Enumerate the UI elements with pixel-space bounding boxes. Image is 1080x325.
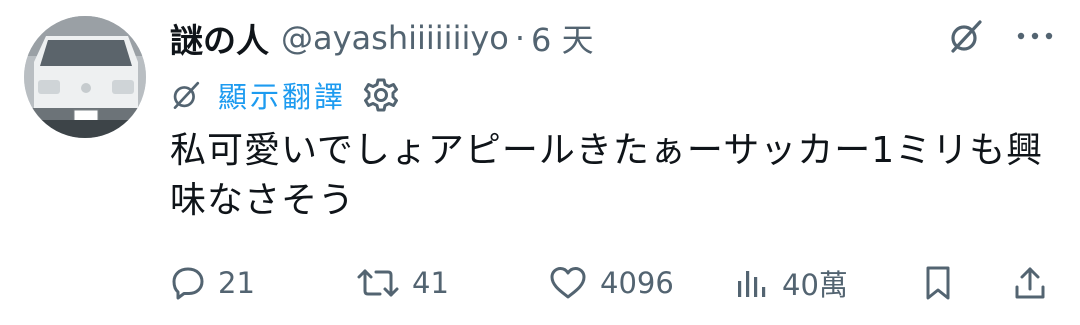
translation-settings-button[interactable]	[360, 74, 402, 116]
grok-button[interactable]	[940, 14, 992, 58]
views-button[interactable]: 40萬	[734, 254, 848, 312]
like-button[interactable]: 4096	[548, 254, 674, 312]
more-icon	[1017, 32, 1053, 40]
timestamp[interactable]: 6 天	[531, 15, 594, 61]
retweet-button[interactable]: 41	[356, 254, 449, 312]
reply-button[interactable]: 21	[170, 254, 255, 312]
display-name[interactable]: 謎の人	[170, 14, 269, 62]
heart-icon	[548, 265, 588, 301]
share-button[interactable]	[1012, 254, 1048, 312]
show-translation-link[interactable]: 顯示翻譯	[218, 74, 346, 116]
retweet-count: 41	[412, 266, 449, 300]
share-icon	[1012, 265, 1048, 301]
translate-row: 顯示翻譯	[170, 72, 402, 118]
tweet-text: 私可愛いでしょアピールきたぁーサッカー1ミリも興味なさそう	[170, 130, 1044, 221]
view-count: 40萬	[782, 268, 848, 302]
reply-count: 21	[218, 266, 255, 300]
gear-icon	[364, 78, 399, 112]
views-icon	[734, 265, 770, 301]
more-button[interactable]	[1006, 14, 1064, 58]
avatar-van-image	[24, 16, 146, 138]
translate-icon	[170, 79, 202, 111]
tweet-header: 謎の人 @ayashiiiiiiiyo · 6 天	[170, 14, 594, 62]
like-count: 4096	[600, 266, 674, 300]
reply-icon	[170, 265, 206, 301]
bookmark-icon	[920, 265, 956, 301]
avatar[interactable]	[24, 16, 146, 138]
user-handle[interactable]: @ayashiiiiiiiyo	[281, 19, 509, 57]
grok-icon	[951, 20, 982, 53]
bookmark-button[interactable]	[920, 254, 956, 312]
separator-dot: ·	[514, 19, 526, 57]
action-bar: 21 41 4096 40萬	[0, 254, 1080, 312]
retweet-icon	[356, 265, 400, 301]
